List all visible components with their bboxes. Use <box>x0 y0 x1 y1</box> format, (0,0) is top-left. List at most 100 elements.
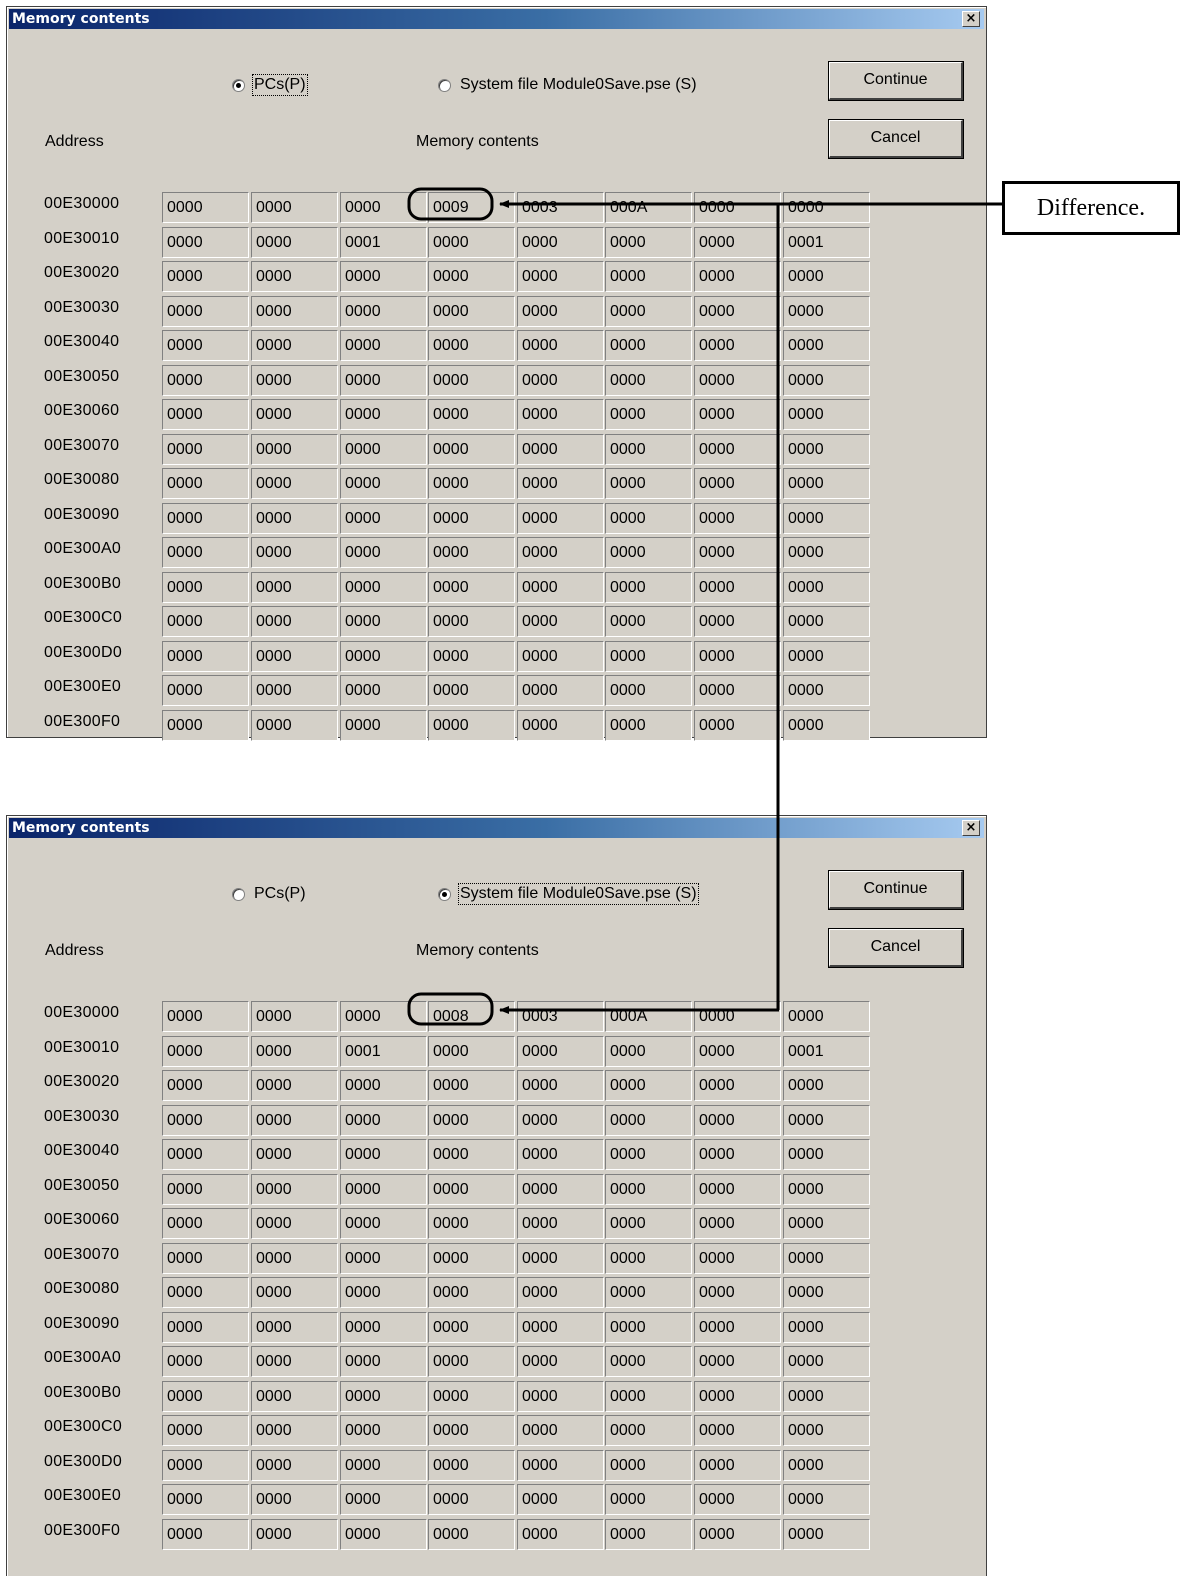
memory-cell[interactable]: 0000 <box>517 261 604 292</box>
memory-cell[interactable]: 0000 <box>605 468 692 499</box>
memory-cell[interactable]: 0000 <box>694 192 781 223</box>
memory-cell[interactable]: 0000 <box>162 1104 249 1136</box>
memory-cell[interactable]: 0000 <box>251 1242 338 1274</box>
memory-cell[interactable]: 0000 <box>605 709 692 741</box>
memory-cell[interactable]: 0000 <box>694 1035 781 1067</box>
memory-cell[interactable]: 0000 <box>251 399 338 430</box>
memory-cell[interactable]: 0000 <box>340 537 427 568</box>
memory-cell[interactable]: 0000 <box>517 1346 604 1377</box>
close-icon[interactable]: × <box>962 820 980 836</box>
memory-cell[interactable]: 0000 <box>251 330 338 361</box>
memory-cell[interactable]: 0000 <box>251 1311 338 1343</box>
memory-cell[interactable]: 0000 <box>340 571 427 603</box>
memory-cell[interactable]: 0000 <box>428 709 515 741</box>
memory-cell[interactable]: 0000 <box>783 606 870 637</box>
memory-cell[interactable]: 0000 <box>428 1139 515 1170</box>
memory-cell[interactable]: 0000 <box>251 1070 338 1101</box>
memory-cell[interactable]: 0000 <box>162 1035 249 1067</box>
memory-cell[interactable]: 0000 <box>251 1001 338 1032</box>
memory-cell[interactable]: 0000 <box>783 1311 870 1343</box>
memory-cell[interactable]: 0000 <box>162 226 249 258</box>
memory-cell[interactable]: 0000 <box>605 1070 692 1101</box>
memory-cell[interactable]: 0000 <box>517 295 604 327</box>
memory-cell[interactable]: 0000 <box>694 468 781 499</box>
memory-cell[interactable]: 0000 <box>340 606 427 637</box>
memory-cell[interactable]: 0000 <box>428 468 515 499</box>
memory-cell[interactable]: 0000 <box>605 1346 692 1377</box>
memory-cell[interactable]: 0000 <box>694 1484 781 1515</box>
memory-cell[interactable]: 0000 <box>251 1518 338 1550</box>
memory-cell[interactable]: 0000 <box>605 399 692 430</box>
memory-cell[interactable]: 0000 <box>251 468 338 499</box>
close-icon[interactable]: × <box>962 11 980 27</box>
memory-cell[interactable]: 0000 <box>428 399 515 430</box>
memory-cell[interactable]: 0000 <box>251 226 338 258</box>
radio-button-icon[interactable] <box>438 887 451 901</box>
memory-cell[interactable]: 0000 <box>605 1035 692 1067</box>
memory-cell[interactable]: 0000 <box>605 226 692 258</box>
memory-cell[interactable]: 0000 <box>517 1449 604 1481</box>
memory-cell[interactable]: 0000 <box>783 468 870 499</box>
memory-cell[interactable]: 0000 <box>783 433 870 465</box>
memory-cell[interactable]: 0000 <box>783 1346 870 1377</box>
memory-cell[interactable]: 0000 <box>162 330 249 361</box>
memory-cell[interactable]: 0000 <box>783 571 870 603</box>
memory-cell[interactable]: 0000 <box>428 1380 515 1412</box>
memory-cell[interactable]: 0000 <box>162 606 249 637</box>
memory-cell[interactable]: 0000 <box>162 261 249 292</box>
memory-cell[interactable]: 0000 <box>605 1277 692 1308</box>
memory-cell[interactable]: 0000 <box>251 1415 338 1446</box>
memory-cell[interactable]: 0000 <box>517 1415 604 1446</box>
memory-cell[interactable]: 0000 <box>162 1484 249 1515</box>
memory-cell[interactable]: 0000 <box>783 1415 870 1446</box>
memory-cell[interactable]: 0000 <box>783 502 870 534</box>
memory-cell[interactable]: 0000 <box>428 330 515 361</box>
memory-cell[interactable]: 0000 <box>340 261 427 292</box>
memory-cell[interactable]: 0000 <box>783 640 870 672</box>
memory-cell[interactable]: 0000 <box>694 1380 781 1412</box>
memory-cell[interactable]: 0003 <box>517 192 604 223</box>
memory-cell[interactable]: 0000 <box>428 606 515 637</box>
memory-cell[interactable]: 0000 <box>694 1104 781 1136</box>
memory-cell[interactable]: 0000 <box>694 1173 781 1205</box>
memory-cell[interactable]: 0000 <box>428 226 515 258</box>
memory-cell[interactable]: 0000 <box>694 226 781 258</box>
memory-cell[interactable]: 0000 <box>783 399 870 430</box>
memory-cell[interactable]: 0000 <box>605 1242 692 1274</box>
memory-cell[interactable]: 0000 <box>340 364 427 396</box>
memory-cell[interactable]: 0000 <box>340 1104 427 1136</box>
memory-cell[interactable]: 0000 <box>340 1070 427 1101</box>
memory-cell[interactable]: 0000 <box>694 1415 781 1446</box>
memory-cell[interactable]: 0000 <box>783 192 870 223</box>
memory-cell[interactable]: 0000 <box>428 1242 515 1274</box>
memory-cell[interactable]: 0000 <box>694 571 781 603</box>
memory-cell[interactable]: 0000 <box>251 1380 338 1412</box>
memory-cell[interactable]: 0000 <box>340 502 427 534</box>
memory-cell[interactable]: 0000 <box>428 1415 515 1446</box>
memory-cell[interactable]: 0000 <box>251 364 338 396</box>
memory-cell[interactable]: 0000 <box>340 295 427 327</box>
memory-cell[interactable]: 0000 <box>694 433 781 465</box>
memory-cell[interactable]: 0001 <box>340 226 427 258</box>
memory-cell[interactable]: 0000 <box>340 675 427 706</box>
memory-cell[interactable]: 0000 <box>605 433 692 465</box>
memory-cell[interactable]: 0000 <box>162 675 249 706</box>
memory-cell[interactable]: 0000 <box>517 1380 604 1412</box>
memory-cell[interactable]: 0000 <box>428 1449 515 1481</box>
memory-cell[interactable]: 0000 <box>605 1104 692 1136</box>
memory-cell[interactable]: 0000 <box>251 1346 338 1377</box>
memory-cell[interactable]: 0000 <box>783 1208 870 1239</box>
memory-cell[interactable]: 0000 <box>340 330 427 361</box>
memory-cell[interactable]: 0000 <box>517 1208 604 1239</box>
memory-cell[interactable]: 0000 <box>251 571 338 603</box>
memory-cell[interactable]: 0000 <box>251 295 338 327</box>
memory-cell[interactable]: 0000 <box>783 1484 870 1515</box>
memory-cell[interactable]: 0000 <box>783 709 870 741</box>
radio-button-icon[interactable] <box>232 887 245 901</box>
memory-cell[interactable]: 0000 <box>783 261 870 292</box>
memory-cell[interactable]: 0000 <box>162 295 249 327</box>
memory-cell[interactable]: 0000 <box>340 709 427 741</box>
memory-cell[interactable]: 0000 <box>251 1484 338 1515</box>
memory-cell[interactable]: 0000 <box>694 640 781 672</box>
memory-cell[interactable]: 0000 <box>428 675 515 706</box>
